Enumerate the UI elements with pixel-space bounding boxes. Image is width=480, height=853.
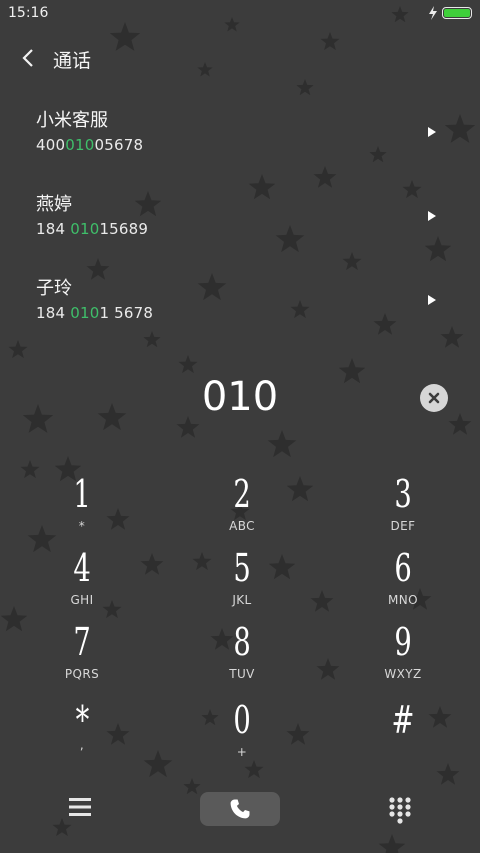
key-3[interactable]: 3 DEF [323,474,480,548]
menu-icon [69,798,91,816]
wallpaper-star [183,778,201,795]
key-1[interactable]: 1 * [2,474,162,548]
wallpaper-star [197,62,213,77]
key-9[interactable]: 9 WXYZ [323,622,480,696]
wallpaper-star [320,32,340,51]
key-hash[interactable]: # [323,700,480,774]
key-7[interactable]: 7 PQRS [2,622,162,696]
contact-name: 小米客服 [36,110,108,131]
battery-icon [442,7,472,19]
status-icons [428,6,472,20]
wallpaper-star [296,79,314,96]
contact-number: 40001005678 [36,136,144,154]
dialpad-toggle-button[interactable] [388,796,412,824]
key-4[interactable]: 4 GHI [2,548,162,622]
dialpad-icon [389,797,411,824]
contact-number: 184 01015689 [36,220,149,238]
page-title: 通话 [53,50,92,72]
contact-name: 子玲 [36,278,72,299]
key-8[interactable]: 8 TUV [162,622,322,696]
key-6[interactable]: 6 MNO [323,548,480,622]
menu-button[interactable] [66,794,94,820]
wallpaper-star [378,834,406,853]
delete-icon [428,392,440,404]
play-arrow-icon[interactable] [426,210,438,222]
contact-row[interactable]: 小米客服 40001005678 [0,106,480,190]
contact-row[interactable]: 燕婷 184 01015689 [0,190,480,274]
charging-icon [429,6,437,20]
back-button[interactable] [14,44,42,72]
back-chevron-icon [22,49,33,67]
key-star[interactable]: *, [2,700,162,774]
call-button[interactable] [200,792,280,826]
play-arrow-icon[interactable] [426,294,438,306]
status-time: 15:16 [8,5,49,21]
contact-row[interactable]: 子玲 184 0101 5678 [0,274,480,358]
phone-icon [230,799,250,819]
wallpaper-star [109,22,141,51]
wallpaper-star [391,6,409,23]
contact-name: 燕婷 [36,194,72,215]
contact-number: 184 0101 5678 [36,304,154,322]
key-5[interactable]: 5 JKL [162,548,322,622]
delete-button[interactable] [420,384,448,412]
wallpaper-star [267,430,297,458]
key-2[interactable]: 2 ABC [162,474,322,548]
wallpaper-star [52,818,72,837]
dialed-number: 010 [201,374,279,420]
key-0[interactable]: 0 + [162,700,322,774]
play-arrow-icon[interactable] [426,126,438,138]
wallpaper-star [224,17,240,32]
